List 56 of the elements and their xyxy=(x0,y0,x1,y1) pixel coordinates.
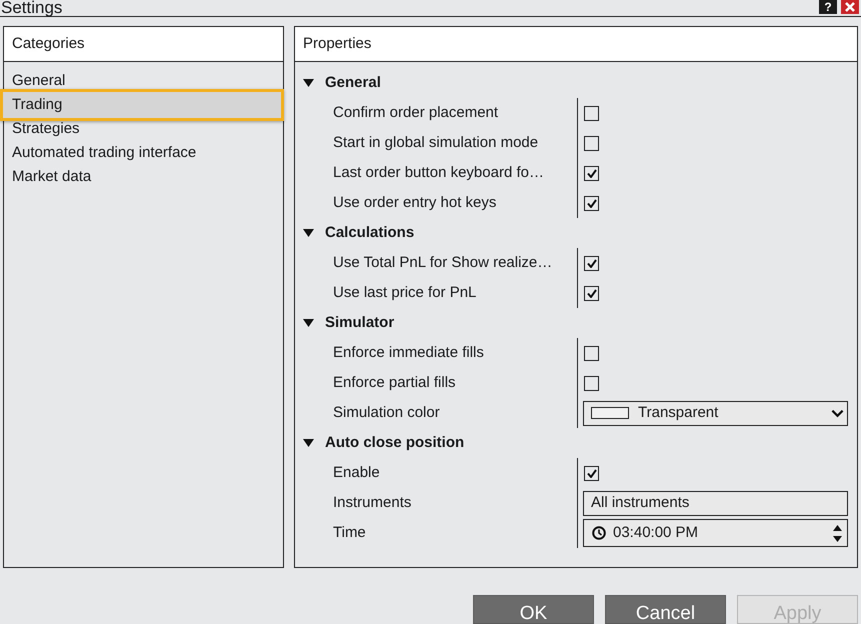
property-label: Enforce partial fills xyxy=(333,372,456,393)
property-label: Use order entry hot keys xyxy=(333,192,496,213)
category-item[interactable]: Trading xyxy=(0,89,284,121)
property-label: Last order button keyboard fo… xyxy=(333,162,544,183)
property-label: Confirm order placement xyxy=(333,102,498,123)
group-title: General xyxy=(325,72,381,93)
help-button[interactable]: ? xyxy=(819,0,837,14)
checkbox[interactable] xyxy=(584,256,599,270)
dialog-button[interactable]: OK xyxy=(473,595,594,624)
dropdown-value: Transparent xyxy=(638,402,720,423)
time-field[interactable]: 03:40:00 PM xyxy=(583,519,848,547)
property-label: Enforce immediate fills xyxy=(333,342,484,363)
category-item[interactable]: Automated trading interface xyxy=(4,145,283,161)
triangle-down-icon[interactable] xyxy=(303,229,314,237)
time-value: 03:40:00 PM xyxy=(613,522,700,543)
triangle-down-icon[interactable] xyxy=(303,79,314,87)
property-label: Use Total PnL for Show realize… xyxy=(333,252,552,273)
property-label: Time xyxy=(333,522,366,543)
property-label: Start in global simulation mode xyxy=(333,132,538,153)
checkmark-icon xyxy=(586,468,596,478)
group-title: Calculations xyxy=(325,222,414,243)
property-label: Enable xyxy=(333,462,380,483)
checkbox[interactable] xyxy=(584,466,599,480)
checkmark-icon xyxy=(586,288,596,298)
dropdown[interactable]: Transparent xyxy=(583,400,848,426)
checkbox[interactable] xyxy=(584,166,599,180)
checkbox[interactable] xyxy=(584,106,599,120)
property-label: Use last price for PnL xyxy=(333,282,476,303)
checkbox[interactable] xyxy=(584,346,599,360)
category-item[interactable]: Market data xyxy=(4,169,283,185)
checkmark-icon xyxy=(586,258,596,268)
checkmark-icon xyxy=(586,168,596,178)
panel-header: Categories xyxy=(4,27,283,62)
text-field[interactable]: All instruments xyxy=(583,490,848,516)
group-title: Auto close position xyxy=(325,432,464,453)
checkmark-icon xyxy=(586,198,596,208)
color-swatch-icon xyxy=(591,407,629,419)
checkbox[interactable] xyxy=(584,136,599,150)
caret-down-icon[interactable] xyxy=(833,536,842,542)
property-label: Simulation color xyxy=(333,402,440,423)
checkbox[interactable] xyxy=(584,196,599,210)
checkbox[interactable] xyxy=(584,376,599,390)
panel-header: Properties xyxy=(295,27,857,62)
chevron-down-icon xyxy=(831,408,844,418)
close-icon[interactable] xyxy=(841,0,859,14)
dialog-button[interactable]: Cancel xyxy=(605,595,726,624)
checkbox[interactable] xyxy=(584,286,599,300)
group-title: Simulator xyxy=(325,312,394,333)
triangle-down-icon[interactable] xyxy=(303,319,314,327)
category-item[interactable]: Strategies xyxy=(4,121,283,137)
property-label: Instruments xyxy=(333,492,412,513)
clock-icon xyxy=(592,526,606,540)
category-item[interactable]: General xyxy=(4,73,283,89)
triangle-down-icon[interactable] xyxy=(303,439,314,447)
window-title: Settings xyxy=(0,0,62,16)
caret-up-icon[interactable] xyxy=(833,524,842,530)
